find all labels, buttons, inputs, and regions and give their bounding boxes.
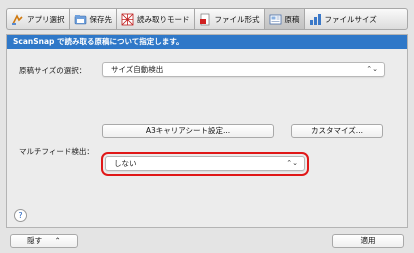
file-size-icon <box>309 13 321 25</box>
file-format-icon <box>199 13 209 25</box>
paper-size-value: サイズ自動検出 <box>111 65 164 74</box>
tab-label: ファイル形式 <box>214 14 260 24</box>
document-settings-panel: ScanSnap で読み取る原稿について指定します。 原稿サイズの選択： サイズ… <box>6 34 408 228</box>
a3-carrier-sheet-button[interactable]: A3キャリアシート設定... <box>102 124 274 138</box>
paper-size-label: 原稿サイズの選択： <box>19 66 87 75</box>
tab-save-location[interactable]: 保存先 <box>68 8 116 30</box>
app-select-icon <box>12 13 23 25</box>
hide-button-label: 隠す <box>27 236 43 245</box>
callout-highlight <box>101 152 309 176</box>
scan-mode-icon <box>121 13 134 25</box>
help-icon[interactable]: ? <box>14 209 27 222</box>
tab-document[interactable]: 原稿 <box>263 8 304 30</box>
customize-button[interactable]: カスタマイズ... <box>291 124 383 138</box>
tab-scan-mode[interactable]: 読み取りモード <box>116 8 194 30</box>
tab-label: 原稿 <box>284 14 300 24</box>
bottom-bar: 隠す ⌃ 適用 <box>0 228 414 253</box>
tab-app-select[interactable]: アプリ選択 <box>6 8 69 30</box>
tab-file-format[interactable]: ファイル形式 <box>193 8 264 30</box>
chevron-up-icon: ⌃ <box>54 236 61 245</box>
tab-label: 保存先 <box>89 14 113 24</box>
paper-size-select[interactable]: サイズ自動検出 ⌃⌄ <box>102 62 385 77</box>
settings-tab-bar: アプリ選択 保存先 読み取りモード ファイル形式 原稿 ファイルサイズ <box>6 8 408 30</box>
tab-label: 読み取りモード <box>137 14 190 24</box>
panel-header: ScanSnap で読み取る原稿について指定します。 <box>7 35 407 49</box>
chevron-updown-icon: ⌃⌄ <box>366 65 378 73</box>
folder-icon <box>74 14 86 24</box>
multifeed-label: マルチフィード検出： <box>19 147 94 156</box>
tab-label: アプリ選択 <box>27 14 65 24</box>
tab-label: ファイルサイズ <box>324 14 377 24</box>
tab-file-size[interactable]: ファイルサイズ <box>303 8 408 30</box>
hide-button[interactable]: 隠す ⌃ <box>10 234 78 248</box>
document-icon <box>269 14 281 24</box>
apply-button[interactable]: 適用 <box>332 234 404 248</box>
